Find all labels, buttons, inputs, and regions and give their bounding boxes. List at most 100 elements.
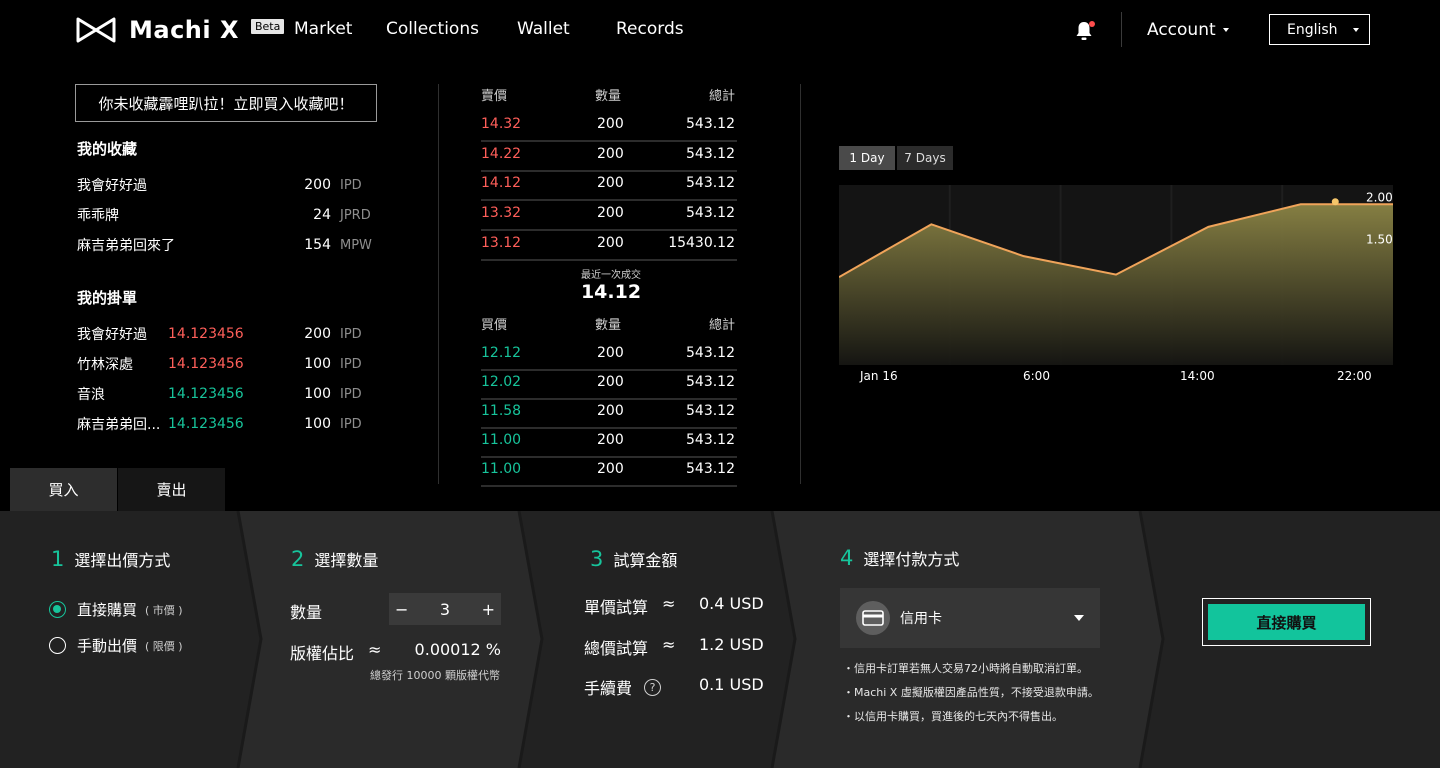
total-price-label: 總價試算 <box>584 639 649 658</box>
order-row[interactable]: 我會好好過 14.123456 200 IPD <box>77 324 377 344</box>
collection-unit: IPD <box>340 177 362 193</box>
language-label: English <box>1287 21 1338 38</box>
step2-label: 選擇數量 <box>314 551 379 570</box>
unit-price-approx: ≈ <box>662 594 676 613</box>
buy-qty: 200 <box>597 432 624 448</box>
fee-row: 手續費 ? <box>584 675 662 699</box>
nav-records[interactable]: Records <box>616 19 684 39</box>
step1-title: 1 選擇出價方式 <box>51 547 170 571</box>
collection-qty: 24 <box>313 207 331 223</box>
buy-qty: 200 <box>597 374 624 390</box>
sell-qty-header: 數量 <box>595 89 622 104</box>
share-value: 0.00012 % <box>414 640 501 659</box>
collection-name: 麻吉弟弟回來了 <box>77 238 175 254</box>
order-qty: 200 <box>304 326 331 342</box>
order-unit: IPD <box>340 416 362 432</box>
sell-order-row[interactable]: 14.22 200 543.12 <box>481 142 737 172</box>
nav-collections[interactable]: Collections <box>386 19 479 39</box>
order-qty: 100 <box>304 416 331 432</box>
sell-price-header: 賣價 <box>481 89 508 104</box>
increment-button[interactable]: + <box>482 600 495 619</box>
brand-name: Machi X <box>129 16 239 44</box>
buy-total: 543.12 <box>686 403 735 419</box>
buy-order-row[interactable]: 12.12 200 543.12 <box>481 341 737 371</box>
buy-now-button[interactable]: 直接購買 <box>1208 604 1365 640</box>
tab-sell[interactable]: 賣出 <box>118 468 225 511</box>
buy-qty: 200 <box>597 403 624 419</box>
beta-badge: Beta <box>250 18 285 34</box>
tab-buy[interactable]: 買入 <box>10 468 117 511</box>
nav-wallet[interactable]: Wallet <box>517 19 570 39</box>
order-name: 麻吉弟弟回... <box>77 417 161 433</box>
order-row[interactable]: 竹林深處 14.123456 100 IPD <box>77 354 377 374</box>
order-price: 14.123456 <box>168 326 244 342</box>
collection-qty: 154 <box>304 237 331 253</box>
fee-label: 手續費 <box>584 679 633 698</box>
sell-order-row[interactable]: 13.12 200 15430.12 <box>481 231 737 261</box>
payment-method-select[interactable]: 信用卡 <box>840 588 1100 648</box>
range-1day-button[interactable]: 1 Day <box>839 146 895 170</box>
market-price-label: 直接購買 <box>77 601 138 619</box>
sell-order-row[interactable]: 14.12 200 543.12 <box>481 171 737 202</box>
buy-order-row[interactable]: 11.00 200 543.12 <box>481 428 737 458</box>
sell-qty: 200 <box>597 116 624 132</box>
limit-price-radio[interactable]: 手動出價 ( 限價 ) <box>49 635 183 656</box>
chart-x-tick: 6:00 <box>1023 369 1050 383</box>
sell-order-row[interactable]: 14.32 200 543.12 <box>481 112 737 142</box>
step4-number: 4 <box>840 546 854 570</box>
brand-logo[interactable]: Machi X Beta <box>75 14 285 46</box>
sell-total: 15430.12 <box>668 234 735 251</box>
collection-row[interactable]: 我會好好過 200 IPD <box>77 175 377 195</box>
buy-order-row[interactable]: 11.00 200 543.12 <box>481 457 737 487</box>
range-7days-button[interactable]: 7 Days <box>897 146 953 170</box>
decrement-button[interactable]: − <box>395 600 408 619</box>
sell-order-row[interactable]: 13.32 200 543.12 <box>481 201 737 232</box>
unit-price-value: 0.4 USD <box>699 594 764 613</box>
last-trade-price: 14.12 <box>580 281 642 303</box>
chart-x-tick: 22:00 <box>1337 369 1372 383</box>
radio-unselected-icon <box>49 637 66 654</box>
nav-market[interactable]: Market <box>294 19 352 39</box>
sell-price: 13.32 <box>481 205 522 222</box>
sell-qty: 200 <box>597 234 624 251</box>
issued-note: 總發行 10000 顆版權代幣 <box>370 669 500 682</box>
sell-price: 14.22 <box>481 145 522 162</box>
market-price-radio[interactable]: 直接購買 ( 市價 ) <box>49 599 183 620</box>
chevron-down-icon <box>1353 28 1359 32</box>
order-price: 14.123456 <box>168 386 244 402</box>
order-price: 14.123456 <box>168 416 244 432</box>
sell-price: 14.12 <box>481 175 522 192</box>
help-icon[interactable]: ? <box>644 678 662 696</box>
chevron-down-icon <box>1222 28 1229 32</box>
order-row[interactable]: 音浪 14.123456 100 IPD <box>77 384 377 404</box>
order-qty: 100 <box>304 386 331 402</box>
buy-price: 12.12 <box>481 345 522 361</box>
buy-qty: 200 <box>597 345 624 361</box>
promo-banner[interactable]: 你未收藏霹哩趴拉！立即買入收藏吧！ <box>75 84 377 122</box>
quantity-stepper[interactable]: − 3 + <box>389 593 501 625</box>
account-label: Account <box>1147 20 1216 40</box>
chart-point <box>1331 198 1339 206</box>
buy-qty: 200 <box>597 461 624 477</box>
buy-order-row[interactable]: 12.02 200 543.12 <box>481 370 737 400</box>
quantity-value[interactable]: 3 <box>440 600 450 619</box>
account-menu[interactable]: Account <box>1147 20 1229 40</box>
column-divider <box>800 84 801 484</box>
payment-note: ・Machi X 虛擬版權因產品性質，不接受退款申請。 <box>843 686 1099 699</box>
buy-price: 11.58 <box>481 403 522 419</box>
sell-total: 543.12 <box>686 116 735 132</box>
limit-price-label: 手動出價 <box>77 637 138 655</box>
payment-method-label: 信用卡 <box>900 611 942 627</box>
buy-order-row[interactable]: 11.58 200 543.12 <box>481 399 737 429</box>
language-select[interactable]: English <box>1269 14 1370 45</box>
step3-title: 3 試算金額 <box>590 547 677 571</box>
sell-qty: 200 <box>597 205 624 222</box>
sell-qty: 200 <box>597 145 624 162</box>
order-row[interactable]: 麻吉弟弟回... 14.123456 100 IPD <box>77 414 377 434</box>
collection-row[interactable]: 麻吉弟弟回來了 154 MPW <box>77 235 377 255</box>
collection-name: 我會好好過 <box>77 178 147 194</box>
share-label: 版權佔比 <box>290 644 355 663</box>
column-divider <box>438 84 439 484</box>
collection-row[interactable]: 乖乖牌 24 JPRD <box>77 205 377 225</box>
payment-notes: ・信用卡訂單若無人交易72小時將自動取消訂單。 ・Machi X 虛擬版權因產品… <box>843 657 1099 729</box>
